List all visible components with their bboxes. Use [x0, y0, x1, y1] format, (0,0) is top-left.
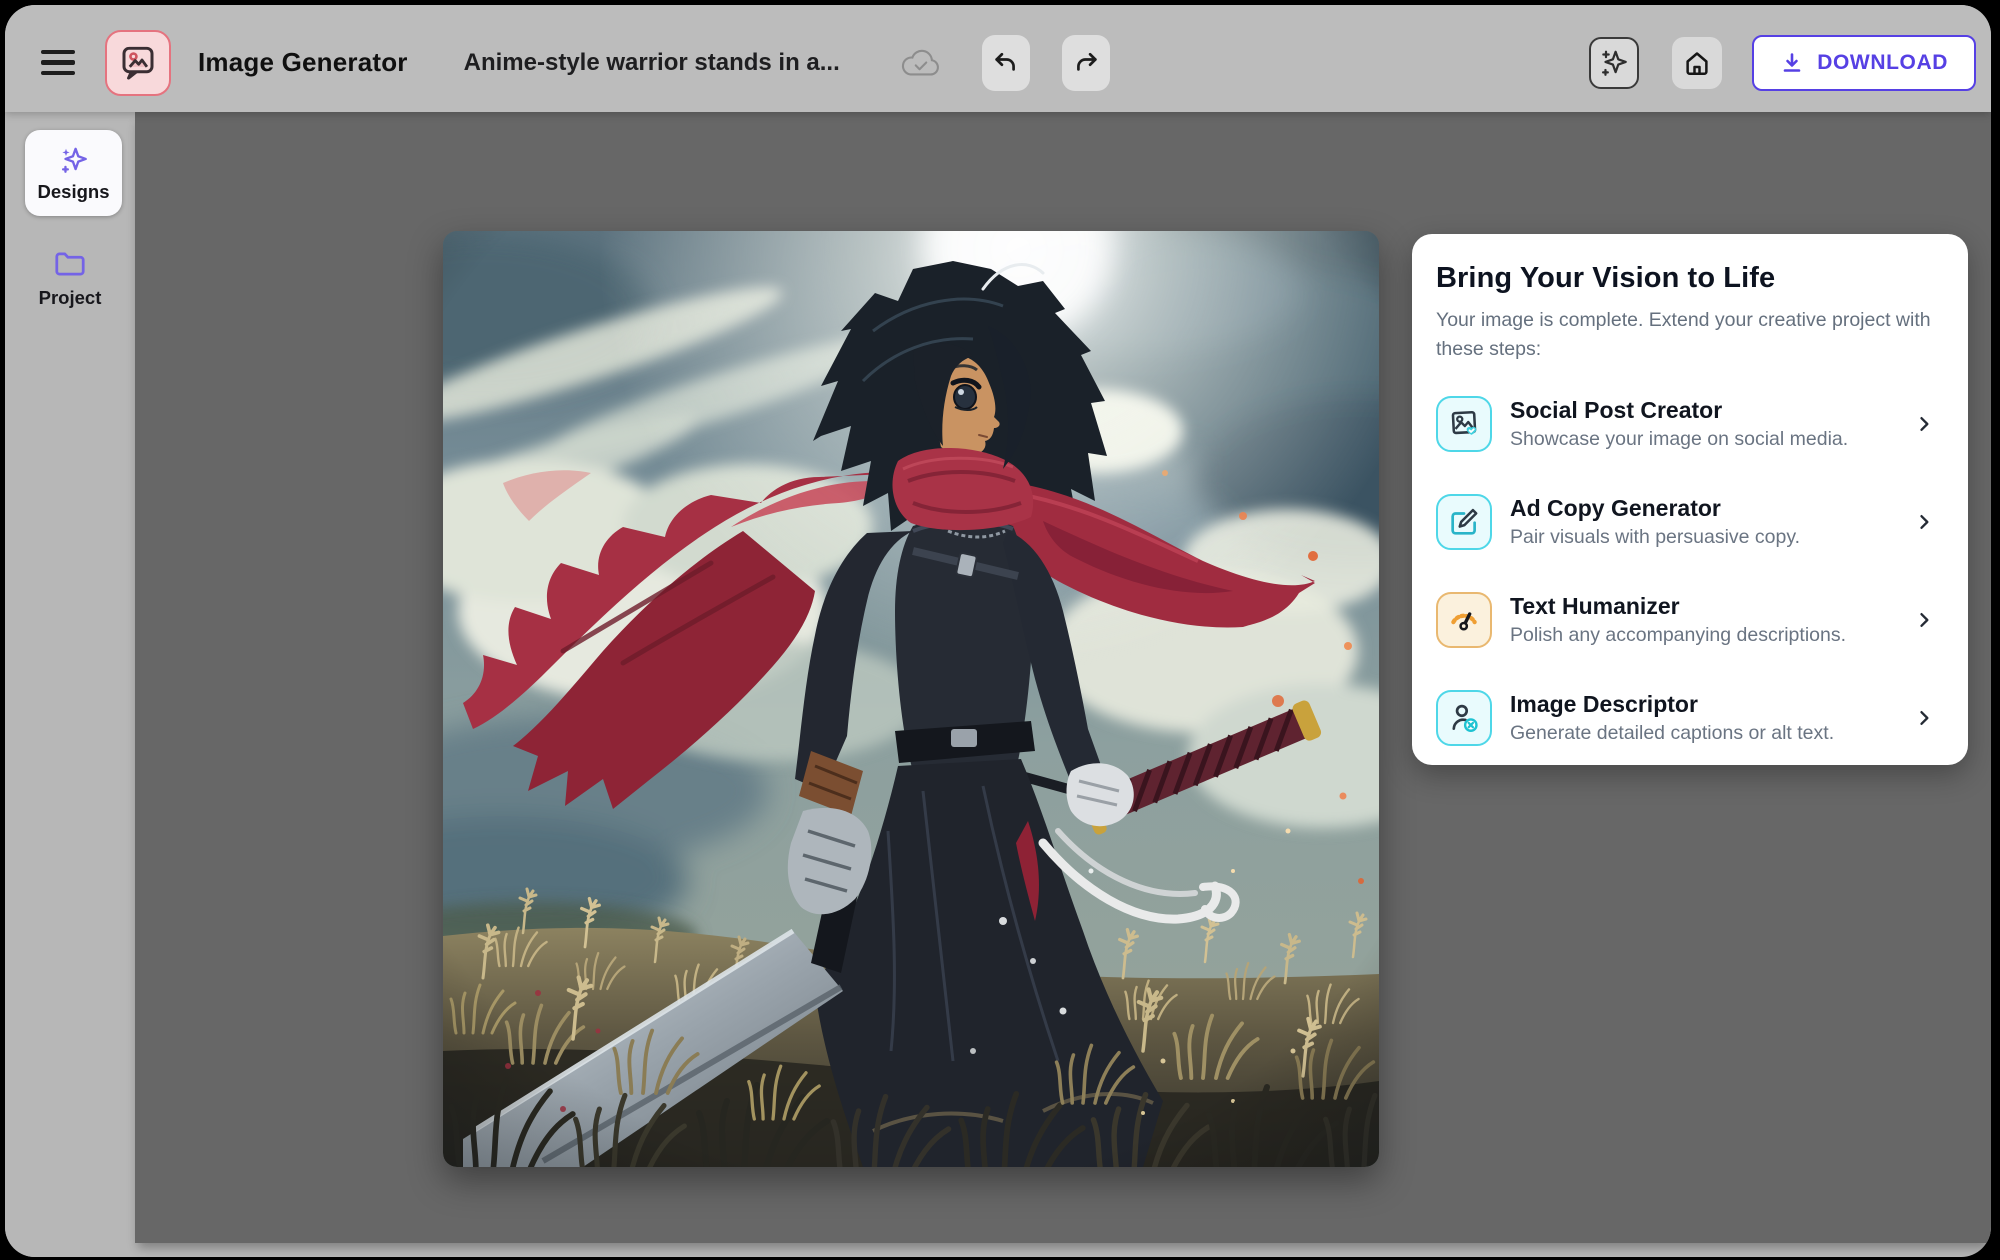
chevron-right-icon	[1914, 512, 1934, 532]
redo-button[interactable]	[1062, 35, 1110, 91]
chevron-right-icon	[1914, 414, 1934, 434]
app-logo	[105, 30, 171, 96]
home-button[interactable]	[1672, 37, 1722, 89]
step-social-post-creator[interactable]: Social Post Creator Showcase your image …	[1436, 375, 1940, 473]
generated-image[interactable]	[443, 231, 1379, 1167]
sparkles-icon	[58, 144, 90, 176]
step-ad-copy-generator[interactable]: Ad Copy Generator Pair visuals with pers…	[1436, 473, 1940, 571]
download-label: DOWNLOAD	[1817, 51, 1948, 75]
step-title: Text Humanizer	[1510, 593, 1846, 620]
panel-title: Bring Your Vision to Life	[1436, 262, 1940, 295]
ad-copy-icon	[1436, 494, 1492, 550]
step-image-descriptor[interactable]: Image Descriptor Generate detailed capti…	[1436, 669, 1940, 767]
sidebar-item-label: Project	[39, 287, 102, 309]
panel-subtitle: Your image is complete. Extend your crea…	[1436, 306, 1932, 365]
step-title: Image Descriptor	[1510, 691, 1834, 718]
top-toolbar: Image Generator Anime-style warrior stan…	[5, 5, 1991, 112]
step-description: Pair visuals with persuasive copy.	[1510, 526, 1800, 549]
step-description: Polish any accompanying descriptions.	[1510, 624, 1846, 647]
sidebar-item-project[interactable]: Project	[5, 248, 135, 309]
chevron-right-icon	[1914, 610, 1934, 630]
text-humanizer-icon	[1436, 592, 1492, 648]
image-chat-icon	[117, 42, 159, 84]
next-steps-panel: Bring Your Vision to Life Your image is …	[1412, 234, 1968, 765]
page-title: Image Generator	[198, 47, 408, 78]
step-title: Social Post Creator	[1510, 397, 1848, 424]
editor-canvas[interactable]: Bring Your Vision to Life Your image is …	[135, 112, 1991, 1243]
sidebar-item-label: Designs	[38, 181, 110, 203]
chevron-right-icon	[1914, 708, 1934, 728]
step-title: Ad Copy Generator	[1510, 495, 1800, 522]
undo-icon	[992, 49, 1020, 77]
left-sidebar: Designs Project	[5, 112, 135, 1257]
download-icon	[1780, 51, 1804, 75]
social-post-icon	[1436, 396, 1492, 452]
sparkles-icon	[1598, 47, 1630, 79]
undo-button[interactable]	[982, 35, 1030, 91]
ai-tools-button[interactable]	[1589, 37, 1639, 89]
folder-icon	[52, 248, 88, 280]
cloud-saved-icon	[900, 47, 942, 79]
download-button[interactable]: DOWNLOAD	[1752, 35, 1976, 91]
image-descriptor-icon	[1436, 690, 1492, 746]
step-text-humanizer[interactable]: Text Humanizer Polish any accompanying d…	[1436, 571, 1940, 669]
menu-icon[interactable]	[41, 46, 81, 80]
step-description: Showcase your image on social media.	[1510, 428, 1848, 451]
app-window: Image Generator Anime-style warrior stan…	[5, 5, 1991, 1257]
home-icon	[1682, 48, 1712, 78]
sidebar-item-designs[interactable]: Designs	[25, 130, 122, 216]
redo-icon	[1072, 49, 1100, 77]
prompt-title[interactable]: Anime-style warrior stands in a...	[464, 49, 840, 77]
step-description: Generate detailed captions or alt text.	[1510, 722, 1834, 745]
